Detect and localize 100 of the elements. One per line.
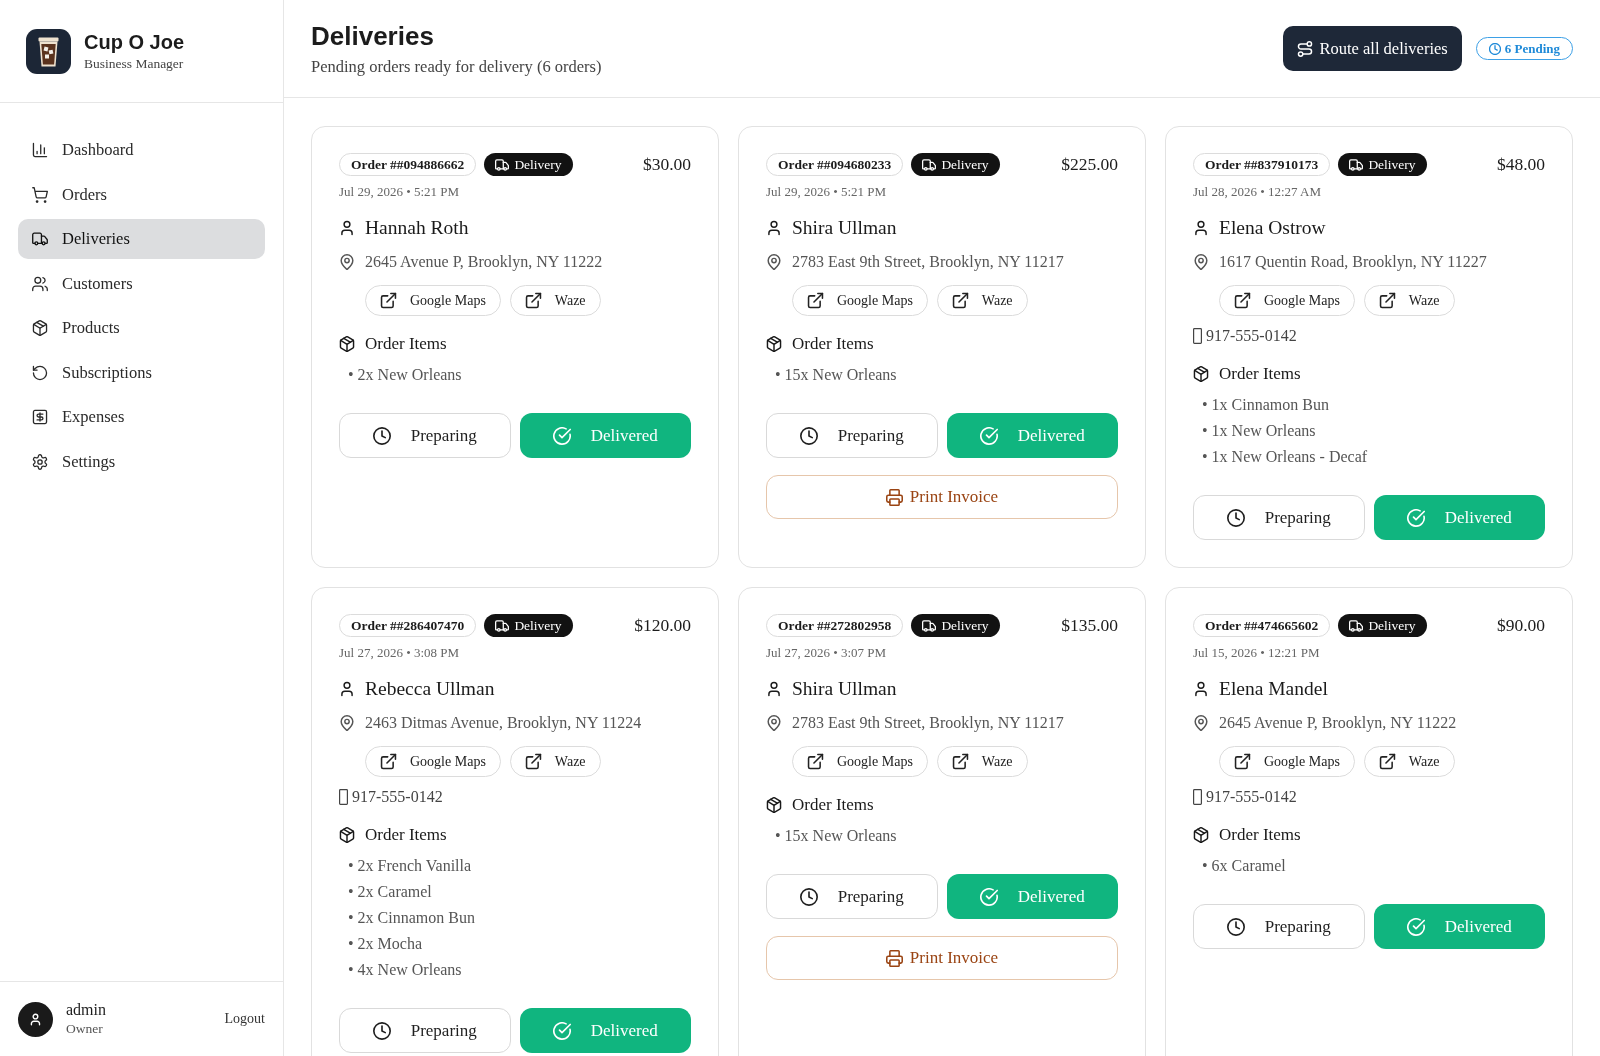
order-total: $120.00 [634, 615, 691, 636]
external-link-icon [1234, 292, 1251, 309]
route-all-button[interactable]: Route all deliveries [1283, 26, 1462, 71]
person-icon [766, 220, 782, 236]
map-pin-icon [1193, 254, 1209, 270]
box-icon [766, 797, 782, 813]
order-item: • 2x Mocha [348, 934, 424, 954]
truck-icon [1349, 157, 1364, 172]
truck-icon [922, 157, 937, 172]
map-link-button[interactable]: Google Maps [792, 285, 928, 316]
map-pin-icon [339, 715, 355, 731]
person-icon [1193, 681, 1209, 697]
delivery-address: 2783 East 9th Street, Brooklyn, NY 11217 [792, 713, 1064, 734]
customer-name: Shira Ullman [792, 216, 897, 240]
sidebar-nav-item[interactable]: Expenses [18, 397, 265, 437]
sidebar-nav-item[interactable]: Settings [18, 441, 265, 482]
phone-icon [1193, 328, 1202, 344]
order-date: Jul 27, 2026 • 3:07 PM [766, 645, 888, 661]
delivery-address: 1617 Quentin Road, Brooklyn, NY 11227 [1219, 252, 1487, 273]
map-link-button[interactable]: Waze [1363, 746, 1455, 777]
delivery-address: 2463 Ditmas Avenue, Brooklyn, NY 11224 [365, 713, 642, 734]
map-link-button[interactable]: Waze [509, 285, 601, 316]
order-item: • 6x Caramel [1202, 856, 1287, 876]
clock-icon [799, 887, 818, 906]
logout-link[interactable]: Logout [224, 1011, 265, 1027]
clock-icon [372, 1021, 391, 1040]
order-date: Jul 29, 2026 • 5:21 PM [766, 184, 888, 200]
preparing-button[interactable]: Preparing [766, 874, 938, 919]
sidebar-nav-item[interactable]: Orders [18, 174, 265, 215]
check-circle-icon [979, 426, 998, 445]
order-item: • 2x Caramel [348, 882, 433, 902]
sidebar-nav-item[interactable]: Deliveries [18, 219, 265, 259]
preparing-button[interactable]: Preparing [339, 413, 511, 458]
external-link-icon [807, 753, 824, 770]
print-invoice-button[interactable]: Print Invoice [766, 475, 1118, 519]
sidebar-nav-item[interactable]: Dashboard [18, 130, 265, 170]
map-link-button[interactable]: Google Maps [365, 285, 501, 316]
order-item: • 2x French Vanilla [348, 856, 473, 876]
external-link-icon [1234, 753, 1251, 770]
delivery-type-label: Delivery [941, 156, 989, 173]
order-total: $135.00 [1061, 615, 1118, 636]
clock-icon [372, 426, 391, 445]
map-link-button[interactable]: Google Maps [1219, 746, 1355, 777]
order-items-heading: Order Items [365, 824, 447, 846]
order-items-heading: Order Items [1219, 824, 1301, 846]
print-invoice-button[interactable]: Print Invoice [766, 936, 1118, 980]
order-date: Jul 15, 2026 • 12:21 PM [1193, 645, 1321, 661]
phone-number: 917-555-0142 [1206, 326, 1297, 346]
preparing-button[interactable]: Preparing [339, 1008, 511, 1053]
page-title: Deliveries [311, 20, 435, 51]
brand-subtitle: Business Manager [84, 56, 184, 72]
sidebar-nav-item[interactable]: Subscriptions [18, 352, 265, 393]
box-icon [339, 827, 355, 843]
sidebar-nav-item[interactable]: Products [18, 308, 265, 348]
map-link-button[interactable]: Google Maps [365, 746, 501, 777]
box-icon [32, 320, 48, 336]
phone-number: 917-555-0142 [352, 787, 443, 807]
user-avatar-icon [18, 1001, 53, 1037]
map-link-button[interactable]: Google Maps [792, 746, 928, 777]
person-icon [339, 220, 355, 236]
map-link-button[interactable]: Waze [936, 285, 1028, 316]
box-icon [1193, 827, 1209, 843]
delivery-type-label: Delivery [1368, 617, 1416, 634]
user-name: admin [66, 1000, 106, 1020]
phone-number: 917-555-0142 [1206, 787, 1297, 807]
preparing-button[interactable]: Preparing [1193, 904, 1365, 949]
delivery-type-label: Delivery [514, 617, 562, 634]
customer-name: Shira Ullman [792, 677, 897, 701]
delivery-address: 2783 East 9th Street, Brooklyn, NY 11217 [792, 252, 1064, 273]
clock-icon [1488, 42, 1501, 55]
check-circle-icon [1406, 508, 1425, 527]
sidebar-nav-item[interactable]: Customers [18, 263, 265, 304]
person-icon [766, 681, 782, 697]
order-date: Jul 29, 2026 • 5:21 PM [339, 184, 461, 200]
printer-icon [885, 949, 903, 967]
customer-name: Hannah Roth [365, 216, 469, 240]
map-link-button[interactable]: Waze [1363, 285, 1455, 316]
customer-name: Elena Mandel [1219, 677, 1328, 701]
box-icon [1193, 366, 1209, 382]
map-link-button[interactable]: Waze [509, 746, 601, 777]
cart-icon [32, 186, 48, 203]
settings-icon [32, 453, 48, 470]
map-link-button[interactable]: Waze [936, 746, 1028, 777]
delivery-type-label: Delivery [941, 617, 989, 634]
map-pin-icon [766, 254, 782, 270]
preparing-button[interactable]: Preparing [1193, 495, 1365, 540]
order-items-heading: Order Items [792, 333, 874, 355]
delivery-type-label: Delivery [514, 156, 562, 173]
preparing-button[interactable]: Preparing [766, 413, 938, 458]
box-icon [766, 336, 782, 352]
clock-icon [799, 426, 818, 445]
route-icon [1297, 40, 1314, 57]
order-item: • 2x Cinnamon Bun [348, 908, 476, 928]
person-icon [339, 681, 355, 697]
map-pin-icon [766, 715, 782, 731]
bar-chart-icon [32, 142, 48, 158]
order-items-heading: Order Items [1219, 363, 1301, 385]
delivery-type-label: Delivery [1368, 156, 1416, 173]
customer-name: Rebecca Ullman [365, 677, 495, 701]
map-link-button[interactable]: Google Maps [1219, 285, 1355, 316]
